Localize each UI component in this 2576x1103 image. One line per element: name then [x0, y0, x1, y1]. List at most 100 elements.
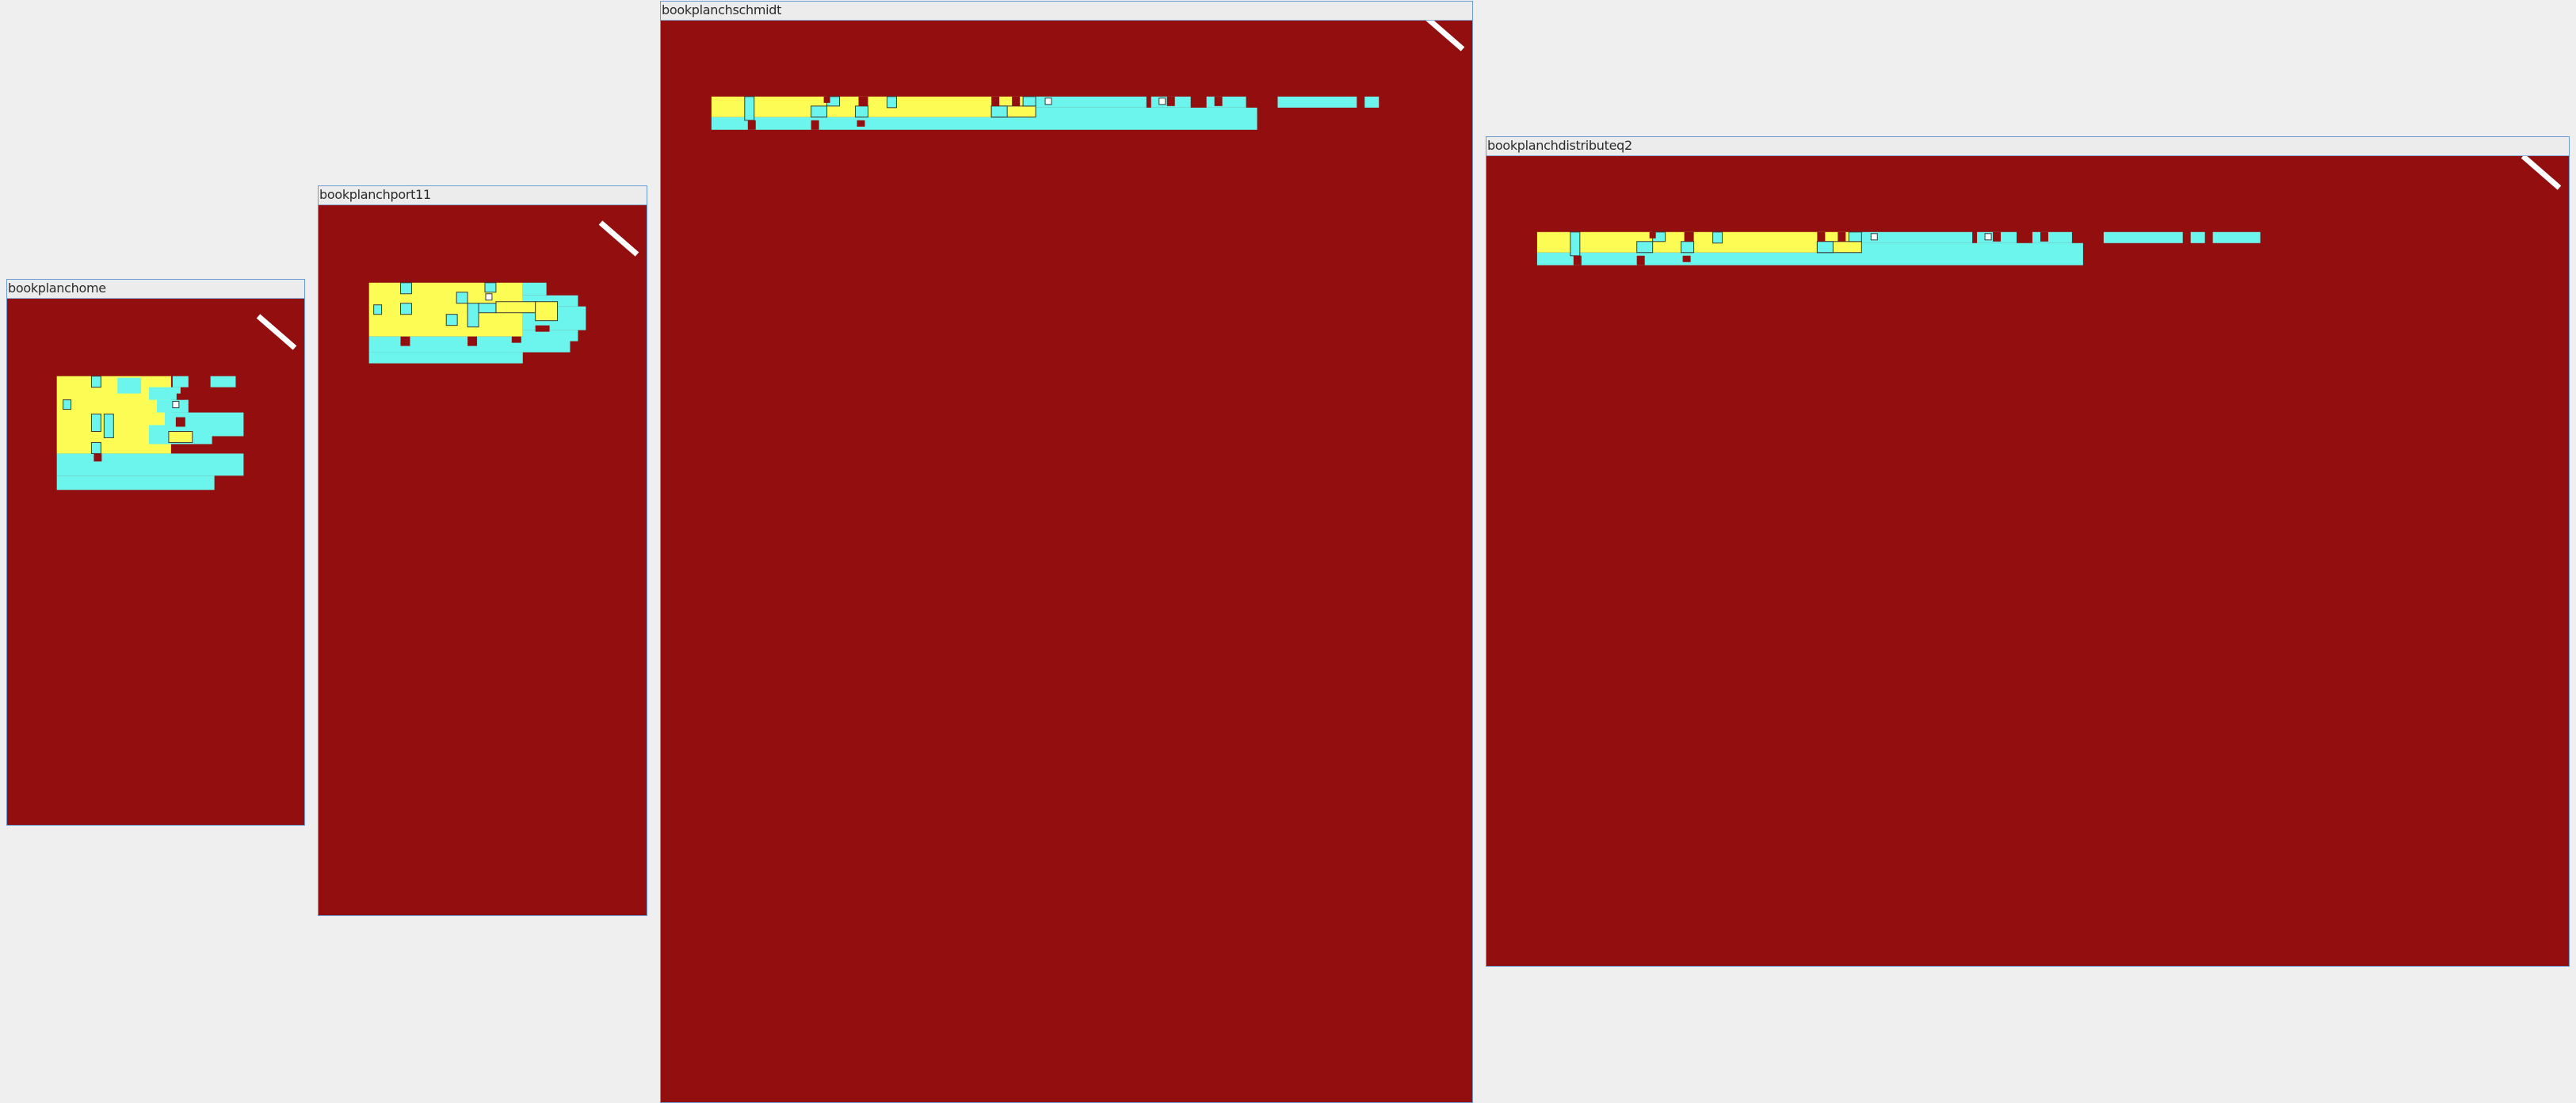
gap: [175, 417, 185, 427]
gap: [93, 453, 102, 462]
cell-cyan: [478, 303, 497, 314]
cell-cyan: [744, 96, 755, 121]
gap: [747, 120, 756, 130]
cell-cyan: [467, 303, 479, 328]
gap: [1214, 96, 1223, 106]
gap: [823, 96, 830, 103]
corridor-cyan: [1277, 96, 1357, 108]
cell-cyan: [373, 304, 383, 315]
window-3[interactable]: bookplanchschmidt: [660, 1, 1473, 1103]
resize-handle-icon[interactable]: [1420, 21, 1472, 60]
cell-cyan: [456, 292, 468, 304]
corridor-cyan: [117, 377, 142, 394]
room-yellow: [495, 301, 536, 314]
cell-cyan: [811, 105, 828, 118]
cell-cyan: [1570, 231, 1581, 257]
gap: [1838, 231, 1846, 242]
room-yellow: [1536, 231, 1862, 253]
map-canvas[interactable]: [319, 205, 647, 915]
cell-cyan: [1816, 241, 1834, 254]
room-yellow: [711, 96, 1036, 117]
window-title: bookplanchome: [7, 280, 304, 299]
corridor-cyan: [1206, 96, 1246, 108]
window-title: bookplanchschmidt: [661, 2, 1472, 21]
map-canvas[interactable]: [661, 21, 1472, 1102]
marker: [1044, 97, 1052, 105]
cell-cyan: [63, 399, 72, 410]
marker: [172, 401, 180, 409]
gap: [2040, 231, 2048, 242]
window-title: bookplanchdistributeq2: [1486, 137, 2569, 156]
room-cells: [1536, 231, 2261, 265]
gap: [511, 336, 521, 343]
cell-cyan: [990, 105, 1008, 118]
cell-cyan: [1681, 241, 1695, 254]
corridor-cyan: [522, 282, 547, 296]
corridor-cyan: [1364, 96, 1380, 108]
gap: [1993, 231, 2002, 242]
corridor-cyan: [1036, 107, 1257, 119]
window-title: bookplanchport11: [319, 186, 647, 205]
gap: [857, 120, 865, 127]
window-4[interactable]: bookplanchdistributeq2: [1486, 136, 2570, 967]
gap: [467, 336, 478, 346]
window-1[interactable]: bookplanchome: [6, 279, 305, 826]
corridor-cyan: [1861, 231, 1973, 243]
cell-cyan: [445, 314, 458, 326]
cell-cyan: [103, 414, 114, 438]
gap: [1684, 231, 1694, 242]
corridor-cyan: [210, 376, 236, 387]
cell-cyan: [855, 105, 868, 118]
corridor-cyan: [172, 376, 189, 387]
gap: [811, 120, 819, 130]
marker: [1158, 97, 1166, 105]
resize-handle-icon[interactable]: [2517, 156, 2569, 199]
window-2[interactable]: bookplanchport11: [318, 185, 647, 916]
room-cells: [56, 376, 244, 490]
marker: [1984, 233, 1992, 241]
gap: [1012, 96, 1021, 106]
cell-cyan: [90, 414, 101, 432]
dungeon-map: [1536, 231, 2261, 265]
cell-cyan: [90, 376, 101, 388]
cell-cyan: [400, 303, 412, 315]
cell-cyan: [1848, 231, 1862, 242]
resize-handle-icon[interactable]: [252, 311, 304, 359]
corridor-cyan: [2212, 231, 2261, 243]
gap: [1573, 255, 1582, 265]
gap: [1817, 231, 1826, 242]
cell-cyan: [886, 96, 897, 109]
corridor-cyan: [368, 352, 523, 364]
corridor-cyan: [1036, 96, 1147, 108]
corridor-cyan: [56, 475, 215, 490]
room-yellow: [535, 301, 559, 322]
resize-handle-icon[interactable]: [594, 218, 647, 265]
corridor-cyan: [2190, 231, 2205, 243]
room-cells: [368, 282, 586, 364]
gap: [400, 336, 410, 346]
corridor-cyan: [1536, 252, 2083, 265]
gap: [991, 96, 1000, 106]
gap: [1682, 255, 1691, 262]
map-canvas[interactable]: [7, 299, 304, 825]
gap: [176, 393, 185, 400]
corridor-cyan: [149, 387, 181, 400]
cell-cyan: [1712, 231, 1723, 244]
gap: [858, 96, 868, 106]
gap: [1636, 255, 1645, 265]
marker: [485, 293, 493, 301]
corridor-cyan: [56, 453, 244, 476]
room-yellow: [168, 430, 193, 443]
marker: [1870, 233, 1878, 241]
corridor-cyan: [2103, 231, 2183, 243]
cell-cyan: [1022, 96, 1036, 107]
dungeon-map: [56, 376, 244, 490]
map-canvas[interactable]: [1486, 156, 2569, 966]
cell-cyan: [484, 282, 497, 293]
cell-cyan: [90, 441, 101, 454]
corridor-cyan: [1861, 242, 2083, 254]
dungeon-map: [368, 282, 586, 364]
dungeon-map: [711, 96, 1380, 130]
gap: [1166, 96, 1175, 106]
room-cells: [711, 96, 1380, 130]
